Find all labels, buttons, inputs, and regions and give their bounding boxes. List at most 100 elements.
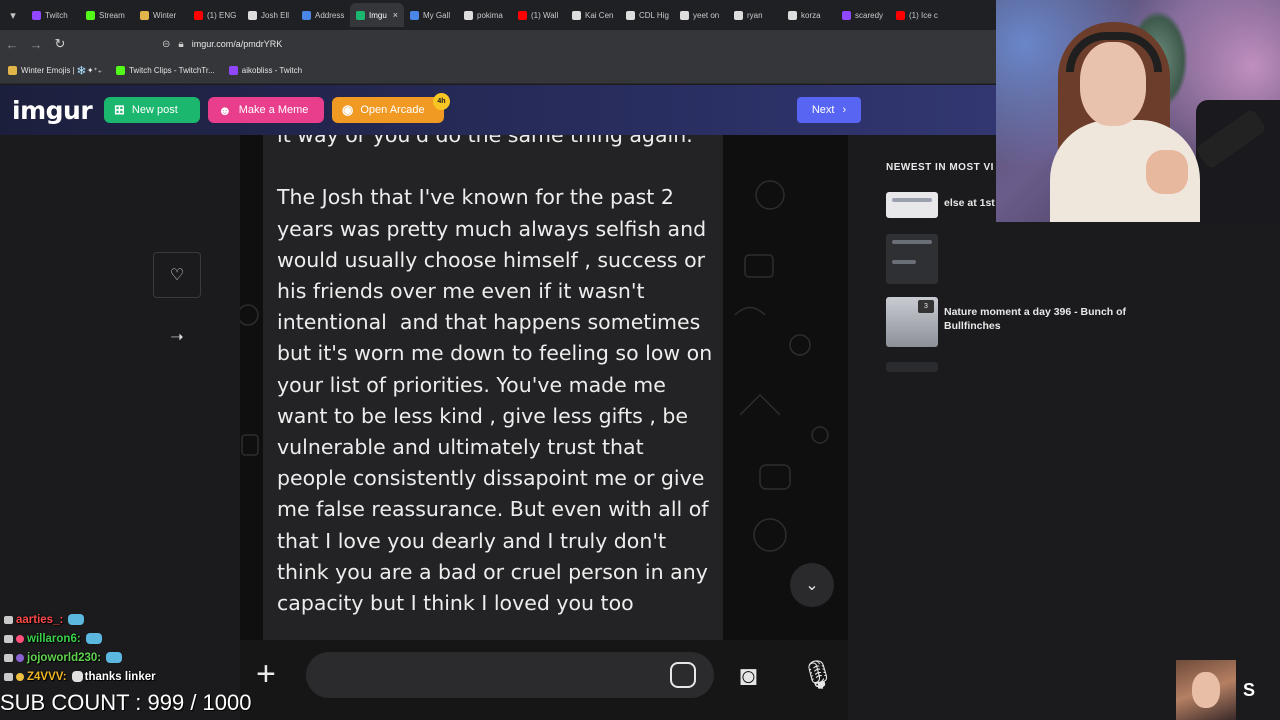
browser-tab[interactable]: (1) ENG xyxy=(188,3,242,27)
next-post-button[interactable]: Next › xyxy=(797,97,861,123)
tab-search-icon[interactable]: ▾ xyxy=(0,0,26,30)
browser-tab[interactable]: Imgu × xyxy=(350,3,404,27)
tab-favicon-icon xyxy=(788,10,797,20)
chat-message: jojoworld230: xyxy=(4,648,304,667)
make-meme-button[interactable]: ☻ Make a Meme xyxy=(208,97,324,123)
message-bubble: it way or you'd do the same thing again.… xyxy=(263,135,723,640)
post-thumbnail xyxy=(886,234,938,284)
tab-label: scaredy xyxy=(855,10,884,20)
bookmark-aikobliss[interactable]: aikobliss - Twitch xyxy=(228,66,303,75)
emote-icon xyxy=(71,671,83,682)
browser-tab[interactable]: Stream xyxy=(80,3,134,27)
emote-icon xyxy=(85,633,102,644)
sub-count-goal: SUB COUNT : 999 / 1000 xyxy=(0,690,252,715)
tab-favicon-icon xyxy=(86,10,95,20)
tab-favicon-icon xyxy=(734,10,743,20)
new-post-label: New post xyxy=(131,104,178,116)
browser-tab[interactable]: CDL Hig xyxy=(620,3,674,27)
tab-favicon-icon xyxy=(248,10,257,20)
tab-favicon-icon xyxy=(518,10,527,20)
bookmark-label: aikobliss - Twitch xyxy=(241,66,303,75)
tab-favicon-icon xyxy=(680,10,689,20)
rail-post[interactable] xyxy=(886,362,1266,372)
chevron-down-icon[interactable]: ⌄ xyxy=(790,563,834,607)
browser-tab[interactable]: My Gall xyxy=(404,3,458,27)
rail-post-title: Nature moment a day 396 - Bunch of Bullf… xyxy=(944,306,1127,332)
browser-tab[interactable]: Twitch xyxy=(26,3,80,27)
guest-face xyxy=(1192,672,1220,708)
tab-label: Winter xyxy=(153,10,177,20)
webcam-person-hand xyxy=(1146,150,1188,194)
tab-favicon-icon xyxy=(410,10,419,20)
reload-icon[interactable]: ↻ xyxy=(48,36,72,52)
close-tab-icon[interactable]: × xyxy=(393,10,398,20)
chat-username: aarties_: xyxy=(16,613,64,626)
favorite-heart-icon[interactable]: ♡ xyxy=(153,252,201,298)
thumbnail-line xyxy=(892,240,932,244)
browser-tab[interactable]: Josh Ell xyxy=(242,3,296,27)
tab-label: (1) Wall xyxy=(531,10,559,20)
tab-favicon-icon xyxy=(356,10,365,20)
bookmark-twitch-clips[interactable]: Twitch Clips - TwitchTr... xyxy=(115,66,215,75)
rail-post[interactable] xyxy=(886,234,1266,286)
microphone-icon: 🎙︎ xyxy=(800,659,836,690)
tab-label: Twitch xyxy=(45,10,68,20)
emote-icon xyxy=(106,652,123,663)
folder-icon xyxy=(8,66,17,75)
imgur-logo[interactable]: imgur xyxy=(12,96,93,125)
bookmark-label: Twitch Clips - TwitchTr... xyxy=(128,66,215,75)
make-meme-label: Make a Meme xyxy=(238,104,309,116)
badge-icon xyxy=(4,634,13,643)
tab-label: yeet on xyxy=(693,10,720,20)
tab-favicon-icon xyxy=(464,10,473,20)
back-icon[interactable]: ← xyxy=(0,37,24,52)
arcade-timer-badge: 4h xyxy=(433,93,450,110)
browser-tab[interactable]: Address xyxy=(296,3,350,27)
browser-tab[interactable]: korza xyxy=(782,3,836,27)
sub-badge-icon xyxy=(16,653,24,662)
tab-favicon-icon xyxy=(842,10,851,20)
tab-favicon-icon xyxy=(572,10,581,20)
new-post-button[interactable]: ⊞ New post xyxy=(104,97,200,123)
sticker-icon xyxy=(670,662,696,688)
browser-tab[interactable]: Winter xyxy=(134,3,188,27)
rail-post[interactable]: 3 Nature moment a day 396 - Bunch of Bul… xyxy=(886,297,1266,349)
badge-icon xyxy=(4,615,13,624)
tab-favicon-icon xyxy=(194,10,203,20)
rail-heading: NEWEST IN MOST VI xyxy=(886,162,994,173)
chat-message: aarties_: xyxy=(4,610,304,629)
tab-favicon-icon xyxy=(302,10,311,20)
tab-label: Kai Cen xyxy=(585,10,614,20)
chevron-right-icon: › xyxy=(842,104,847,116)
browser-tab[interactable]: ryan xyxy=(728,3,782,27)
emote-icon xyxy=(68,614,85,625)
meme-face-icon: ☻ xyxy=(218,102,232,118)
streamer-webcam xyxy=(996,0,1280,222)
tab-favicon-icon xyxy=(140,10,149,20)
site-info-icon[interactable]: ⊝ xyxy=(162,39,170,50)
bookmark-label: Winter Emojis | ❄️✦⁺₊ xyxy=(21,66,102,75)
browser-tab[interactable]: scaredy xyxy=(836,3,890,27)
twitchtracker-icon xyxy=(115,66,125,75)
browser-tab[interactable]: Kai Cen xyxy=(566,3,620,27)
url-text: imgur.com/a/pmdrYRK xyxy=(191,39,283,49)
next-label: Next xyxy=(811,104,835,116)
tab-label: Address xyxy=(315,10,345,20)
open-arcade-label: Open Arcade xyxy=(360,104,425,116)
chat-username: jojoworld230: xyxy=(27,651,102,664)
forward-icon[interactable]: → xyxy=(24,37,48,52)
post-thumbnail xyxy=(886,192,938,218)
browser-tab[interactable]: (1) Ice c xyxy=(890,3,944,27)
message-text: it way or you'd do the same thing again.… xyxy=(277,135,713,616)
bookmark-winter-emojis[interactable]: Winter Emojis | ❄️✦⁺₊ xyxy=(8,66,102,75)
browser-tab[interactable]: (1) Wall xyxy=(512,3,566,27)
tab-label: CDL Hig xyxy=(639,10,669,20)
share-arrow-icon[interactable]: ➝ xyxy=(166,327,188,347)
chat-message: willaron6: xyxy=(4,629,304,648)
camera-icon: ◙ xyxy=(740,660,757,691)
open-arcade-button[interactable]: ◉ Open Arcade xyxy=(332,97,444,123)
chat-text: thanks linker xyxy=(84,670,156,683)
chat-message: Z4VVV: thanks linker xyxy=(4,667,304,686)
browser-tab[interactable]: yeet on xyxy=(674,3,728,27)
browser-tab[interactable]: pokima xyxy=(458,3,512,27)
